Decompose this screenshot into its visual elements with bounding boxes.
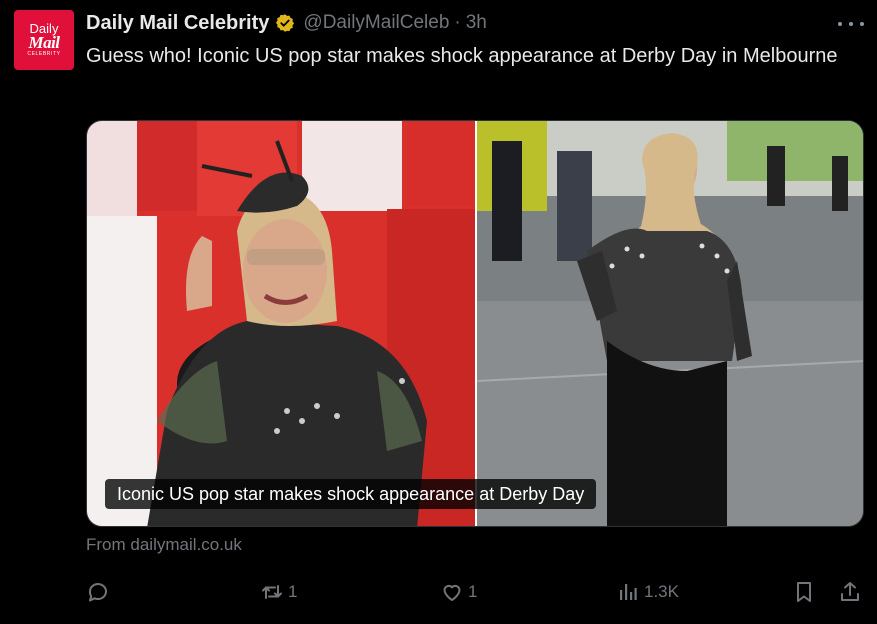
more-dot [849,22,853,26]
verified-badge-icon[interactable] [275,13,295,33]
card-image [87,121,863,526]
retweet-button[interactable]: 1 [260,578,297,606]
views-bar-chart-icon [620,584,637,600]
more-dot [860,22,864,26]
link-card[interactable]: Iconic US pop star makes shock appearanc… [86,120,864,527]
heart-icon [443,584,461,601]
tweet-header: Daily Mail Celebrity @DailyMailCeleb · 3… [86,11,487,35]
reply-button[interactable] [86,578,114,606]
retweet-count: 1 [288,582,298,601]
tweet-text: Guess who! Iconic US pop star makes shoc… [86,45,838,67]
views-button[interactable]: 1.3K [616,578,679,606]
retweet-icon [262,585,282,599]
bookmark-button[interactable] [792,578,816,606]
share-icon [841,582,859,601]
header-separator: · [454,12,461,33]
like-button[interactable]: 1 [440,578,477,606]
link-source[interactable]: From dailymail.co.uk [86,535,242,555]
more-options-icon[interactable] [838,14,864,34]
card-caption: Iconic US pop star makes shock appearanc… [105,479,597,509]
share-button[interactable] [838,578,862,606]
more-dot [838,22,842,26]
avatar-text-celebrity: CELEBRITY [27,51,61,57]
tweet-timestamp[interactable]: 3h [466,12,487,34]
reply-icon [88,583,107,602]
like-count: 1 [468,582,478,601]
views-count: 1.3K [644,582,679,601]
bookmark-icon [797,582,811,602]
avatar-text-mail: Mail [28,33,60,52]
account-handle[interactable]: @DailyMailCeleb [303,12,449,34]
display-name[interactable]: Daily Mail Celebrity [86,12,269,35]
action-bar: 1 1 1.3K [86,578,866,606]
account-avatar[interactable]: Daily Mail CELEBRITY [14,10,74,70]
